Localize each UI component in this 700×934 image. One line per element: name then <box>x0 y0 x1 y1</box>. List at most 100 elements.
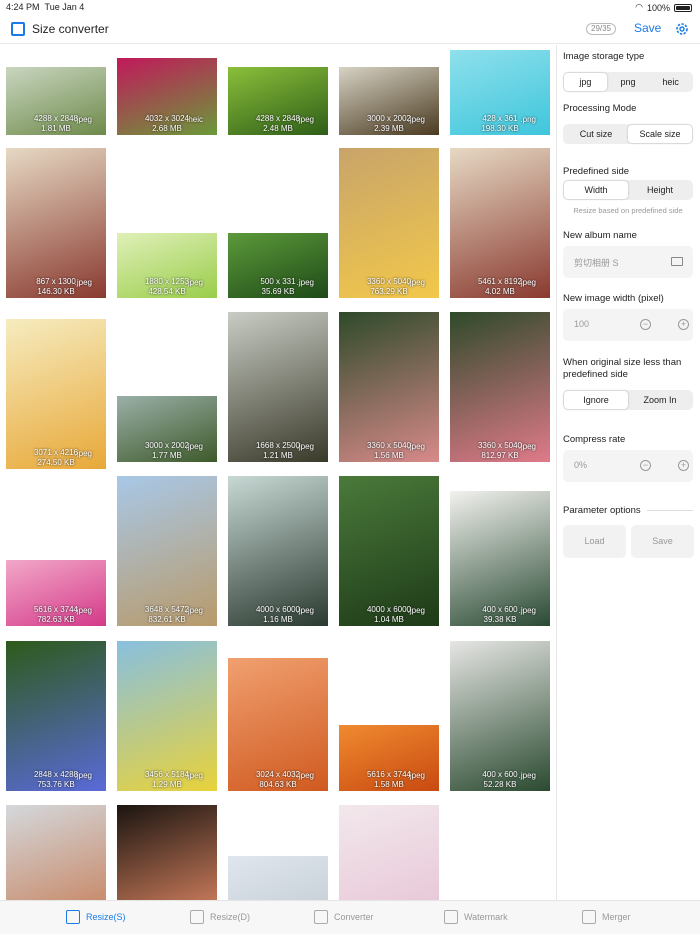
image-width-value: 100 <box>574 319 590 329</box>
image-thumbnail[interactable] <box>6 805 106 900</box>
image-thumbnail[interactable]: .jpeg 4288 x 2848 2.48 MB <box>228 67 328 135</box>
image-resolution: 3071 x 4216 <box>33 448 79 457</box>
image-filesize: 1.04 MB <box>374 615 404 624</box>
image-width-label: New image width (pixel) <box>563 293 664 304</box>
image-resolution: 2848 x 4288 <box>33 770 79 779</box>
image-filesize: 428.54 KB <box>148 287 186 296</box>
battery-icon <box>674 3 692 12</box>
minus-icon[interactable]: − <box>640 460 651 471</box>
image-thumbnail[interactable]: .jpeg 4288 x 2848 1.81 MB <box>6 67 106 135</box>
image-thumbnail[interactable]: .jpeg 400 x 600 39.38 KB <box>450 491 550 626</box>
image-filesize: 763.29 KB <box>370 287 408 296</box>
tab-bar: Resize(S) Resize(D) Converter Watermark … <box>0 900 700 934</box>
predefined-side-segment[interactable]: Width Height <box>563 180 693 200</box>
image-thumbnail[interactable]: .jpeg 4000 x 6000 1.04 MB <box>339 476 439 626</box>
gear-icon[interactable] <box>675 22 689 36</box>
image-thumbnail[interactable]: .jpeg 400 x 600 52.28 KB <box>450 641 550 791</box>
image-filesize: 35.69 KB <box>261 287 295 296</box>
image-resolution: 428 x 361 <box>482 114 518 123</box>
image-thumbnail[interactable]: .jpeg 2848 x 4288 753.76 KB <box>6 641 106 791</box>
storage-type-segment[interactable]: jpg png heic <box>563 72 693 92</box>
wifi-icon: ◠ <box>635 2 643 12</box>
less-than-segment[interactable]: Ignore Zoom In <box>563 390 693 410</box>
image-filesize: 1.56 MB <box>374 451 404 460</box>
image-filesize: 753.76 KB <box>37 780 75 789</box>
image-filesize: 274.50 KB <box>37 458 75 467</box>
tab-merger[interactable]: Merger <box>582 910 631 924</box>
section-divider <box>647 510 693 511</box>
segment-ignore[interactable]: Ignore <box>564 391 628 409</box>
image-caption: 3071 x 4216 274.50 KB <box>6 448 106 468</box>
folder-icon[interactable] <box>671 257 683 266</box>
image-thumbnail[interactable] <box>339 805 439 900</box>
image-filesize: 1.29 MB <box>152 780 182 789</box>
minus-icon[interactable]: − <box>640 319 651 330</box>
image-thumbnail[interactable]: .jpeg 4000 x 6000 1.16 MB <box>228 476 328 626</box>
processing-mode-segment[interactable]: Cut size Scale size <box>563 124 693 144</box>
image-thumbnail[interactable] <box>228 856 328 900</box>
image-thumbnail[interactable]: .jpeg 3024 x 4032 804.63 KB <box>228 658 328 791</box>
tab-resize-d[interactable]: Resize(D) <box>190 910 250 924</box>
tab-watermark[interactable]: Watermark <box>444 910 508 924</box>
tab-resize-s[interactable]: Resize(S) <box>66 910 126 924</box>
segment-png[interactable]: png <box>607 73 650 91</box>
image-resolution: 400 x 600 <box>482 770 518 779</box>
image-resolution: 3000 x 2002 <box>366 114 412 123</box>
image-thumbnail[interactable] <box>117 805 217 900</box>
image-thumbnail[interactable]: .jpeg 500 x 331 35.69 KB <box>228 233 328 298</box>
plus-icon[interactable]: + <box>678 319 689 330</box>
selection-count-badge: 29/35 <box>586 23 617 35</box>
image-filesize: 1.58 MB <box>374 780 404 789</box>
image-resolution: 4288 x 2848 <box>255 114 301 123</box>
image-thumbnail[interactable]: .jpeg 3456 x 5184 1.29 MB <box>117 641 217 791</box>
image-thumbnail[interactable]: .jpeg 3000 x 2002 2.39 MB <box>339 67 439 135</box>
segment-zoom-in[interactable]: Zoom In <box>628 391 692 409</box>
image-thumbnail[interactable]: .jpeg 5461 x 8192 4.02 MB <box>450 148 550 298</box>
image-thumbnail[interactable]: .jpeg 867 x 1300 146.30 KB <box>6 148 106 298</box>
compress-rate-value: 0% <box>574 460 588 470</box>
compress-rate-stepper[interactable]: 0% − + <box>563 450 693 482</box>
image-thumbnail[interactable]: .heic 4032 x 3024 2.68 MB <box>117 58 217 135</box>
segment-width[interactable]: Width <box>564 181 628 199</box>
segment-height[interactable]: Height <box>628 181 692 199</box>
image-thumbnail[interactable]: .jpeg 5616 x 3744 782.63 KB <box>6 560 106 626</box>
load-params-button[interactable]: Load <box>563 525 626 558</box>
image-thumbnail[interactable]: .jpeg 3360 x 5040 1.56 MB <box>339 312 439 462</box>
settings-panel: Image storage type jpg png heic Processi… <box>557 45 700 900</box>
segment-heic[interactable]: heic <box>649 73 692 91</box>
image-resolution: 3360 x 5040 <box>366 277 412 286</box>
status-bar: 4:24 PM Tue Jan 4 ◠ 100% <box>0 0 700 14</box>
save-params-button[interactable]: Save <box>631 525 694 558</box>
album-name-placeholder: 剪切相册 S <box>574 258 619 268</box>
image-thumbnail[interactable]: .jpeg 1668 x 2500 1.21 MB <box>228 312 328 462</box>
parameter-options-label: Parameter options <box>563 505 641 516</box>
image-thumbnail[interactable]: .png 428 x 361 198.30 KB <box>450 50 550 135</box>
image-resolution: 4000 x 6000 <box>255 605 301 614</box>
image-thumbnail[interactable]: .jpeg 3648 x 5472 832.61 KB <box>117 476 217 626</box>
image-thumbnail[interactable]: .jpeg 1880 x 1253 428.54 KB <box>117 233 217 298</box>
image-filesize: 1.77 MB <box>152 451 182 460</box>
segment-jpg[interactable]: jpg <box>564 73 607 91</box>
image-filesize: 4.02 MB <box>485 287 515 296</box>
less-than-label: When original size less than predefined … <box>563 357 682 380</box>
segment-scale-size[interactable]: Scale size <box>628 125 692 143</box>
image-filesize: 39.38 KB <box>483 615 517 624</box>
tab-converter[interactable]: Converter <box>314 910 374 924</box>
image-resolution: 400 x 600 <box>482 605 518 614</box>
image-thumbnail[interactable]: .jpeg 3071 x 4216 274.50 KB <box>6 319 106 469</box>
image-caption: 500 x 331 35.69 KB <box>228 277 328 297</box>
image-thumbnail[interactable]: .jpeg 3360 x 5040 812.97 KB <box>450 312 550 462</box>
image-resolution: 3648 x 5472 <box>144 605 190 614</box>
album-name-field[interactable]: 剪切相册 S <box>563 246 693 278</box>
segment-cut-size[interactable]: Cut size <box>564 125 628 143</box>
image-caption: 4000 x 6000 1.04 MB <box>339 605 439 625</box>
image-thumbnail[interactable]: .jpeg 5616 x 3744 1.58 MB <box>339 725 439 791</box>
image-resolution: 3000 x 2002 <box>144 441 190 450</box>
image-thumbnail[interactable]: .jpeg 3360 x 5040 763.29 KB <box>339 148 439 298</box>
image-caption: 1668 x 2500 1.21 MB <box>228 441 328 461</box>
plus-icon[interactable]: + <box>678 460 689 471</box>
image-caption: 3360 x 5040 763.29 KB <box>339 277 439 297</box>
image-thumbnail[interactable]: .jpeg 3000 x 2002 1.77 MB <box>117 396 217 462</box>
image-width-stepper[interactable]: 100 − + <box>563 309 693 341</box>
save-button[interactable]: Save <box>634 21 661 35</box>
